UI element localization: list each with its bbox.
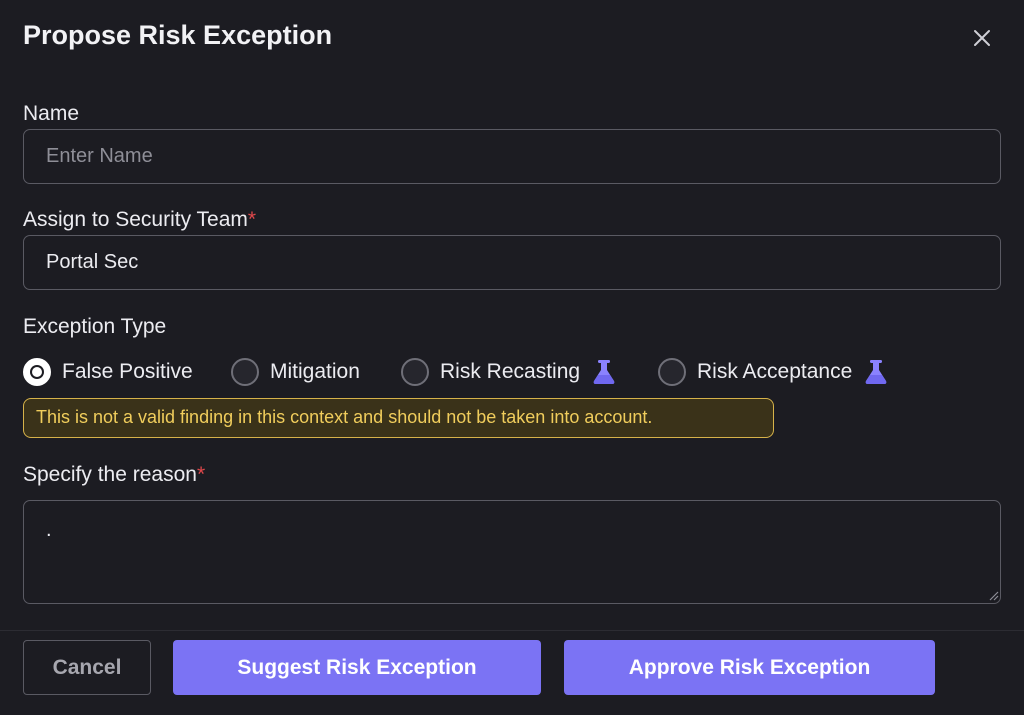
approve-risk-exception-button[interactable]: Approve Risk Exception	[564, 640, 935, 695]
reason-textarea[interactable]: .	[23, 500, 1001, 604]
team-label-text: Assign to Security Team	[23, 208, 248, 231]
radio-label: Mitigation	[270, 360, 360, 383]
name-input[interactable]	[23, 129, 1001, 184]
name-label: Name	[23, 102, 80, 125]
radio-false-positive[interactable]: False Positive	[23, 356, 193, 388]
radio-label: Risk Acceptance	[697, 360, 853, 383]
flask-icon	[866, 360, 887, 384]
radio-label: False Positive	[62, 360, 193, 383]
close-icon	[974, 30, 990, 46]
flask-icon	[593, 360, 615, 384]
close-button[interactable]	[966, 22, 998, 54]
radio-checked-indicator	[23, 358, 51, 386]
cancel-button[interactable]: Cancel	[23, 640, 151, 695]
resize-grip-icon[interactable]	[987, 589, 999, 601]
radio-unchecked-indicator	[231, 358, 259, 386]
propose-risk-exception-dialog: Propose Risk Exception Name Assign to Se…	[0, 0, 1024, 715]
required-mark: *	[247, 208, 257, 231]
team-label: Assign to Security Team*	[23, 208, 256, 232]
radio-unchecked-indicator	[401, 358, 429, 386]
footer-divider	[0, 630, 1024, 631]
suggest-risk-exception-button[interactable]: Suggest Risk Exception	[173, 640, 541, 695]
dialog-title: Propose Risk Exception	[23, 20, 333, 50]
exception-type-label: Exception Type	[23, 315, 167, 338]
security-team-input[interactable]	[23, 235, 1001, 290]
reason-label: Specify the reason*	[23, 463, 205, 487]
reason-label-text: Specify the reason	[23, 463, 197, 486]
radio-mitigation[interactable]: Mitigation	[231, 356, 360, 388]
radio-risk-acceptance[interactable]: Risk Acceptance	[658, 356, 890, 388]
exception-type-hint: This is not a valid finding in this cont…	[23, 398, 774, 438]
radio-risk-recasting[interactable]: Risk Recasting	[401, 356, 618, 388]
radio-unchecked-indicator	[658, 358, 686, 386]
required-mark: *	[196, 463, 206, 486]
radio-label: Risk Recasting	[440, 360, 581, 383]
